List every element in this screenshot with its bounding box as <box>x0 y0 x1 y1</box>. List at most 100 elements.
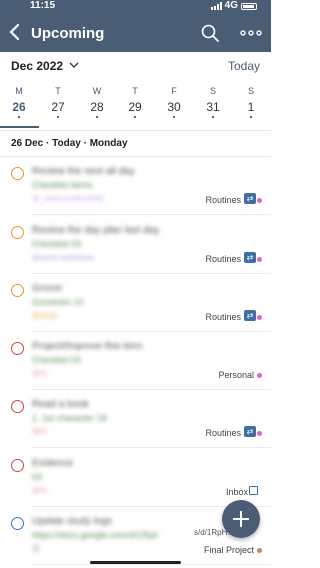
battery-icon <box>241 2 257 10</box>
task-title: Evidence <box>32 458 74 469</box>
day-fri-30[interactable]: F 30 <box>157 84 191 118</box>
task-label: @_work productivity <box>32 194 105 203</box>
week-strip: M 26 T 27 W 28 T 29 F 30 S 31 S 1 <box>0 84 271 131</box>
project-color-dot <box>257 373 262 378</box>
search-icon[interactable] <box>200 23 220 43</box>
row-divider <box>32 447 271 448</box>
task-checkbox[interactable] <box>11 517 24 530</box>
chevron-left-icon[interactable] <box>6 22 24 42</box>
row-divider <box>32 564 271 565</box>
day-of-week: S <box>247 86 254 96</box>
more-horizontal-icon[interactable] <box>239 23 263 43</box>
day-of-week: W <box>92 86 102 96</box>
day-of-week: T <box>55 86 61 96</box>
project-color-dot <box>257 548 262 553</box>
task-project: Inbox <box>225 487 248 497</box>
project-color-dot <box>257 257 262 262</box>
task-label: @ <box>32 544 41 553</box>
repeat-icon: ⇄ <box>244 426 256 437</box>
task-dot <box>57 116 59 118</box>
task-dot <box>250 116 252 118</box>
section-title: 26 Dec · Today · Monday <box>11 138 128 149</box>
task-label: @work workdone <box>32 253 94 262</box>
task-title: Read a book <box>32 399 89 410</box>
task-row[interactable]: Review the next all day Checklist items @_… <box>0 157 271 215</box>
repeat-icon: ⇄ <box>244 193 256 204</box>
task-label: @hi <box>32 486 47 495</box>
signal-icon <box>210 2 222 10</box>
task-project: Routines <box>205 254 241 264</box>
task-title: Review the day plan last day <box>32 225 160 236</box>
today-button[interactable]: Today <box>228 59 260 73</box>
day-of-week: T <box>132 86 138 96</box>
project-color-dot <box>257 431 262 436</box>
day-of-week: F <box>171 86 177 96</box>
status-bar: 11:15 4G <box>0 0 271 12</box>
task-row[interactable]: Evidence 03 @hi Inbox <box>0 449 271 507</box>
task-description: Checklist items <box>32 180 93 190</box>
day-thu-29[interactable]: T 29 <box>118 84 152 118</box>
task-row[interactable]: Project/Improve this item Checklist 04 @hi… <box>0 332 271 390</box>
app-header: Upcoming <box>0 12 271 52</box>
day-wed-28[interactable]: W 28 <box>80 84 114 118</box>
task-title: Grocer <box>32 283 63 294</box>
month-selector[interactable]: Dec 2022 <box>11 59 63 73</box>
task-project: Routines <box>205 312 241 322</box>
task-checkbox[interactable] <box>11 459 24 472</box>
repeat-icon: ⇄ <box>244 310 256 321</box>
task-checkbox[interactable] <box>11 342 24 355</box>
task-label: @hi <box>32 369 47 378</box>
task-description: 1. 1st character 18 <box>32 413 107 423</box>
status-indicators: 4G <box>210 0 257 12</box>
network-label: 4G <box>224 0 238 11</box>
task-row[interactable]: Review the day plan last day Checklist 03… <box>0 216 271 274</box>
month-selector-row: Dec 2022 Today <box>0 52 271 78</box>
page-title: Upcoming <box>31 25 105 42</box>
task-row[interactable]: Grocer Groceries 12 @shop Routines ⇄ <box>0 274 271 332</box>
task-dot <box>173 116 175 118</box>
task-label: @hi <box>32 427 47 436</box>
home-indicator <box>90 561 181 564</box>
task-checkbox[interactable] <box>11 400 24 413</box>
chevron-down-icon[interactable] <box>69 61 79 69</box>
day-number: 28 <box>90 100 104 114</box>
task-row[interactable]: Read a book 1. 1st character 18 @hi Routine… <box>0 390 271 448</box>
row-divider <box>32 214 271 215</box>
day-mon-26[interactable]: M 26 <box>2 84 36 118</box>
day-sun-1[interactable]: S 1 <box>234 84 268 118</box>
task-description: https://docs.google.com/d/1Rph <box>32 530 159 540</box>
status-time: 11:15 <box>30 0 56 11</box>
task-dot <box>134 116 136 118</box>
day-number: 1 <box>247 100 255 114</box>
project-color-dot <box>257 315 262 320</box>
task-title: Update study logs <box>32 516 113 527</box>
task-label: @shop <box>32 311 58 320</box>
day-of-week: S <box>209 86 216 96</box>
add-task-button[interactable] <box>222 500 260 538</box>
task-dot <box>96 116 98 118</box>
day-number: 30 <box>167 100 181 114</box>
task-title: Project/Improve this item <box>32 341 143 352</box>
repeat-icon: ⇄ <box>244 252 256 263</box>
day-of-week: M <box>15 86 23 96</box>
task-checkbox[interactable] <box>11 284 24 297</box>
task-checkbox[interactable] <box>11 226 24 239</box>
task-description: Checklist 03 <box>32 239 82 249</box>
task-dot <box>18 116 20 118</box>
task-description: Groceries 12 <box>32 297 84 307</box>
task-checkbox[interactable] <box>11 167 24 180</box>
task-description: 03 <box>32 472 43 482</box>
task-project: Personal <box>218 370 254 380</box>
day-tue-27[interactable]: T 27 <box>41 84 75 118</box>
task-project: Routines <box>205 195 241 205</box>
section-header: 26 Dec · Today · Monday <box>0 131 271 157</box>
task-project: Final Project <box>203 545 254 555</box>
task-title: Review the next all day <box>32 166 135 177</box>
selected-day-indicator <box>0 126 39 128</box>
inbox-icon <box>249 486 258 495</box>
day-number: 26 <box>12 100 26 114</box>
day-sat-31[interactable]: S 31 <box>196 84 230 118</box>
day-number: 27 <box>51 100 65 114</box>
project-color-dot <box>257 198 262 203</box>
day-number: 29 <box>128 100 142 114</box>
